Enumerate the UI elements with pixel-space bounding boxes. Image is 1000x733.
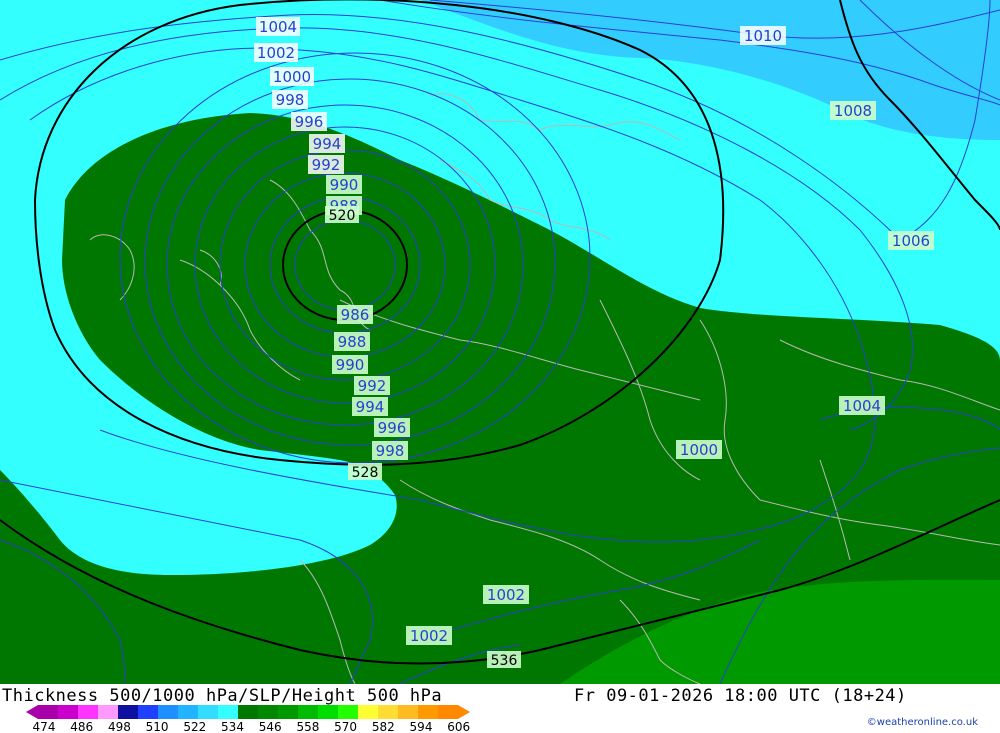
scale-tick-label: 498 xyxy=(108,720,131,733)
scale-swatch xyxy=(138,705,158,719)
scale-swatch xyxy=(98,705,118,719)
scale-swatch xyxy=(258,705,278,719)
scale-tick-label: 558 xyxy=(296,720,319,733)
map-title: Thickness 500/1000 hPa/SLP/Height 500 hP… xyxy=(2,686,443,706)
height-label: 528 xyxy=(352,465,379,481)
isobar-label: 1008 xyxy=(834,102,872,120)
scale-swatch xyxy=(178,705,198,719)
isobar-label: 990 xyxy=(330,176,359,194)
weather-map: 1004 1002 1000 998 996 994 992 990 988 9… xyxy=(0,0,1000,685)
isobar-label: 986 xyxy=(341,306,370,324)
scale-swatch xyxy=(198,705,218,719)
scale-tick-label: 582 xyxy=(372,720,395,733)
scale-tick-label: 570 xyxy=(334,720,357,733)
scale-swatch xyxy=(218,705,238,719)
scale-swatch xyxy=(78,705,98,719)
isobar-label: 996 xyxy=(378,419,407,437)
scale-tick-label: 522 xyxy=(183,720,206,733)
isobar-label: 998 xyxy=(376,442,405,460)
scale-arrow-right xyxy=(458,705,470,719)
height-label: 520 xyxy=(329,208,356,224)
isobar-label: 994 xyxy=(356,398,385,416)
isobar-label: 992 xyxy=(312,156,341,174)
scale-swatch xyxy=(418,705,438,719)
scale-swatch xyxy=(318,705,338,719)
isobar-label: 988 xyxy=(338,333,367,351)
scale-swatch xyxy=(58,705,78,719)
scale-swatch xyxy=(38,705,58,719)
isobar-label: 1000 xyxy=(273,68,311,86)
isobar-label: 998 xyxy=(276,91,305,109)
map-footer: Thickness 500/1000 hPa/SLP/Height 500 hP… xyxy=(0,684,1000,733)
scale-swatch xyxy=(338,705,358,719)
isobar-label: 1006 xyxy=(892,232,930,250)
height-label: 536 xyxy=(491,653,518,669)
valid-time: Fr 09-01-2026 18:00 UTC (18+24) xyxy=(574,686,907,706)
scale-swatch xyxy=(378,705,398,719)
scale-tick-label: 534 xyxy=(221,720,244,733)
scale-tick-label: 606 xyxy=(447,720,470,733)
scale-swatch xyxy=(398,705,418,719)
scale-tick-label: 546 xyxy=(259,720,282,733)
scale-swatch xyxy=(358,705,378,719)
scale-tick-label: 510 xyxy=(146,720,169,733)
isobar-label: 1004 xyxy=(259,18,297,36)
scale-swatch xyxy=(278,705,298,719)
isobar-label: 996 xyxy=(295,113,324,131)
scale-tick-label: 486 xyxy=(70,720,93,733)
isobar-label: 1002 xyxy=(410,627,448,645)
credit-link[interactable]: ©weatheronline.co.uk xyxy=(867,717,978,728)
color-scale: 474 486 498 510 522 534 546 558 570 582 594 606 xyxy=(26,705,470,733)
isobar-label: 1004 xyxy=(843,397,881,415)
isobar-label: 992 xyxy=(358,377,387,395)
isobar-label: 994 xyxy=(313,135,342,153)
scale-swatch xyxy=(438,705,458,719)
isobar-label: 1010 xyxy=(744,27,782,45)
scale-arrow-left xyxy=(26,705,38,719)
scale-swatch xyxy=(118,705,138,719)
scale-tick-label: 594 xyxy=(410,720,433,733)
isobar-label: 990 xyxy=(336,356,365,374)
scale-swatch xyxy=(298,705,318,719)
isobar-label: 1002 xyxy=(257,44,295,62)
scale-swatch xyxy=(158,705,178,719)
isobar-label: 1002 xyxy=(487,586,525,604)
isobar-label: 1000 xyxy=(680,441,718,459)
scale-swatch xyxy=(238,705,258,719)
scale-tick-label: 474 xyxy=(33,720,56,733)
